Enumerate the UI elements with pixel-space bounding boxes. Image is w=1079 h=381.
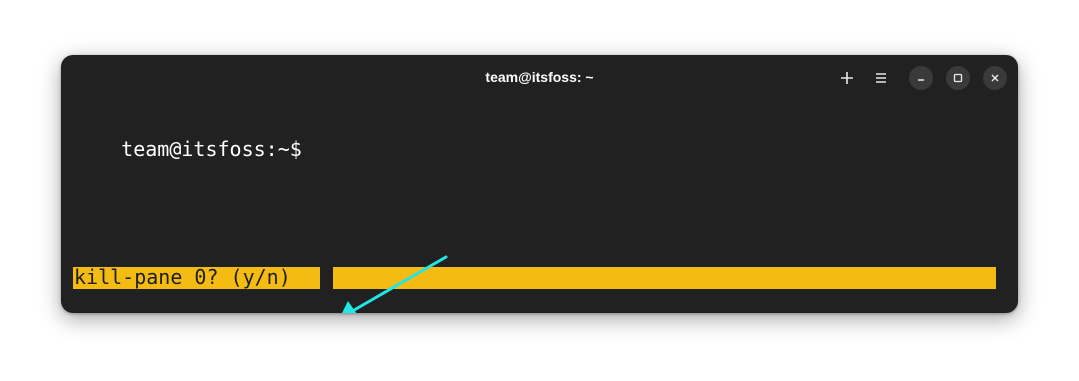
terminal-window: team@itsfoss: ~ team@itsfoss:~$ kill-pan…: [61, 55, 1018, 313]
minimize-icon: [918, 79, 924, 81]
close-button[interactable]: [983, 66, 1007, 90]
maximize-button[interactable]: [946, 66, 970, 90]
plus-icon: [841, 72, 853, 84]
title-bar[interactable]: team@itsfoss: ~: [61, 55, 1018, 101]
minimize-button[interactable]: [909, 66, 933, 90]
close-icon: [991, 74, 999, 82]
new-tab-button[interactable]: [835, 66, 859, 90]
menu-button[interactable]: [869, 66, 893, 90]
hamburger-menu-icon: [876, 73, 886, 83]
arrow-icon: [342, 255, 448, 313]
terminal-output[interactable]: team@itsfoss:~$: [73, 110, 1003, 188]
kill-pane-confirmation: kill-pane 0? (y/n): [74, 265, 291, 289]
maximize-icon: [953, 73, 963, 83]
shell-prompt: team@itsfoss:~$: [121, 137, 302, 161]
